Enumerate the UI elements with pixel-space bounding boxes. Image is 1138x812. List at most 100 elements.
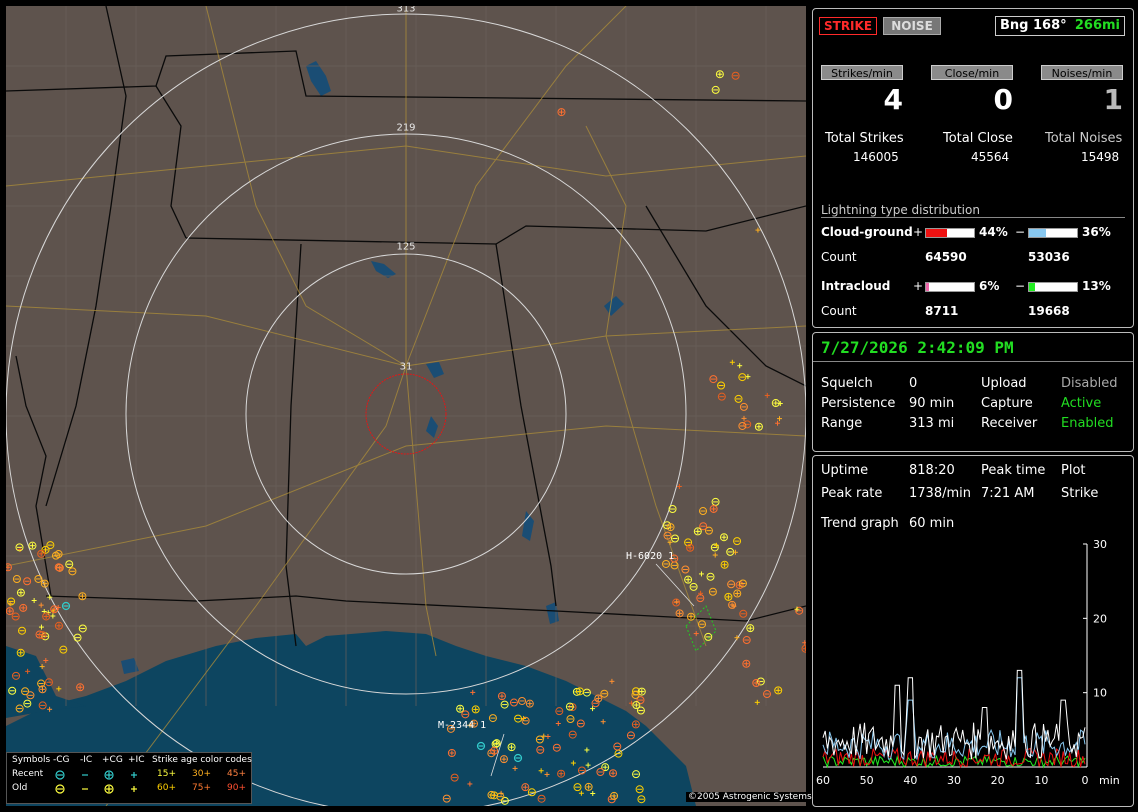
strike-marker [600, 689, 609, 698]
close-rate: 0 [993, 83, 1013, 116]
strike-marker [774, 686, 783, 695]
trend-label: Trend graph [821, 516, 899, 531]
receiver-label: Receiver [981, 416, 1038, 431]
distribution-divider [821, 217, 1125, 218]
plot-label: Plot [1061, 463, 1086, 478]
strike-marker [668, 505, 677, 514]
strike-marker [743, 420, 752, 429]
ic-positive-pct: 6% [979, 279, 1000, 293]
trend-graph: 30 20 10 60 50 40 30 20 10 0 min [816, 538, 1120, 787]
bearing-value: Bng 168° [1000, 18, 1067, 33]
strike-marker [65, 560, 74, 569]
strike-marker [708, 587, 717, 596]
strike-marker [40, 579, 49, 588]
total-strikes-label: Total Strikes [825, 131, 904, 146]
strike-marker [7, 601, 13, 607]
strike-marker [670, 561, 679, 570]
strike-marker [734, 394, 743, 403]
total-noises: 15498 [1081, 150, 1120, 164]
strike-marker [18, 626, 27, 635]
symbol-legend: Symbols -CG -IC +CG +IC Strike age color… [6, 752, 252, 804]
total-noises-label: Total Noises [1045, 131, 1123, 146]
strike-marker [763, 690, 772, 699]
strike-mode-button[interactable]: STRIKE [819, 17, 877, 35]
strike-marker [686, 543, 695, 552]
strike-marker [447, 749, 456, 758]
y-tick-label: 10 [1093, 687, 1107, 700]
strike-marker [557, 108, 566, 117]
peak-time-value: 7:21 AM [981, 486, 1035, 501]
strike-marker [59, 645, 68, 654]
noise-mode-button[interactable]: NOISE [883, 17, 941, 35]
peak-time-label: Peak time [981, 463, 1046, 478]
ic-negative-pct: 13% [1082, 279, 1111, 293]
x-tick-label: 50 [860, 774, 874, 787]
strike-marker [23, 577, 32, 586]
strike-marker [739, 609, 748, 618]
ic-negative-bar [1028, 282, 1078, 292]
strike-marker [742, 659, 751, 668]
strike-marker [699, 522, 708, 531]
legend-age-45: 45+ [227, 769, 246, 779]
strike-marker [746, 624, 755, 633]
strike-marker [38, 624, 44, 630]
total-strikes: 146005 [853, 150, 899, 164]
strike-marker [764, 392, 770, 398]
capture-value: Active [1061, 396, 1102, 411]
strike-marker [728, 600, 737, 609]
ic-minus-sign: − [1015, 279, 1026, 293]
strike-marker [631, 690, 640, 699]
x-unit-label: min [1099, 774, 1120, 787]
lightning-map[interactable]: 313 219 125 31 H-6020 1 M-2344 1 [6, 6, 806, 806]
ring-label-313: 313 [396, 6, 416, 15]
range-value: 313 mi [909, 416, 955, 431]
close-per-min-label: Close/min [931, 65, 1013, 80]
strike-marker [686, 612, 695, 621]
cg-positive-count: 64590 [925, 250, 967, 264]
ring-label-31: 31 [399, 361, 413, 373]
strike-marker [43, 657, 49, 663]
ic-positive-count: 8711 [925, 304, 959, 318]
strike-marker [752, 679, 761, 688]
strike-marker [499, 755, 508, 764]
cg-positive-pct: 44% [979, 225, 1008, 239]
distance-value: 266mi [1074, 18, 1120, 33]
strike-marker [689, 582, 698, 591]
strike-marker [681, 565, 690, 574]
status-panel: STRIKE NOISE Bng 168° 266mi Strikes/min … [812, 8, 1134, 328]
strike-marker [42, 612, 51, 621]
strike-marker [12, 575, 21, 584]
noise-rate: 1 [1103, 83, 1123, 116]
strike-marker [584, 782, 593, 791]
strike-marker [16, 648, 25, 657]
strike-marker [19, 603, 28, 612]
x-tick-label: 10 [1034, 774, 1048, 787]
x-tick-label: 20 [991, 774, 1005, 787]
legend-age-30: 30+ [192, 769, 211, 779]
ic-negative-count: 19668 [1028, 304, 1070, 318]
strike-marker [729, 359, 735, 365]
strike-marker [497, 692, 506, 701]
strike-marker [741, 415, 747, 421]
strike-marker [802, 640, 806, 646]
strike-marker [56, 686, 62, 692]
peak-rate-label: Peak rate [821, 486, 883, 501]
strike-marker [51, 551, 60, 560]
strike-marker [693, 631, 699, 637]
strike-marker [54, 621, 63, 630]
trend-panel: Uptime 818:20 Peak time Plot Peak rate 1… [812, 455, 1134, 807]
strike-marker [724, 592, 733, 601]
strike-marker [73, 633, 82, 642]
strike-marker [6, 563, 12, 572]
persistence-value: 90 min [909, 396, 955, 411]
strikes-per-min-label: Strikes/min [821, 65, 903, 80]
strike-marker [801, 644, 806, 653]
uptime-value: 818:20 [909, 463, 955, 478]
ic-plus-sign: + [913, 279, 924, 293]
strike-marker [76, 683, 85, 692]
legend-age-90: 90+ [227, 783, 246, 793]
strike-marker [717, 392, 726, 401]
strike-marker [31, 598, 37, 604]
strike-marker [738, 421, 747, 430]
strike-marker [676, 483, 682, 489]
